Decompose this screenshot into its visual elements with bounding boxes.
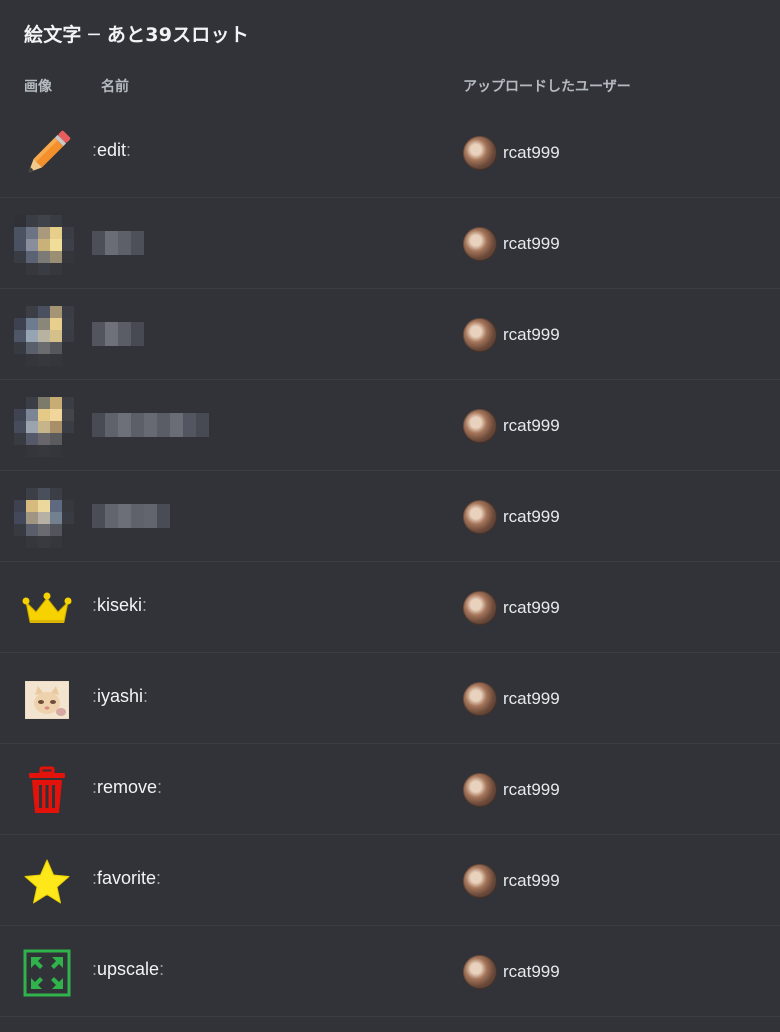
table-header: 画像 名前 アップロードしたユーザー [0,74,780,98]
uploader: rcat999 [463,772,560,808]
avatar [463,773,497,807]
uploader: rcat999 [463,863,560,899]
uploader: rcat999 [463,954,560,990]
uploader: rcat999 [463,317,560,353]
avatar [463,591,497,625]
uploader-name: rcat999 [503,962,560,981]
emoji-row-remove[interactable]: :remove: rcat999 [0,744,780,835]
uploader: rcat999 [463,499,560,535]
column-header-image: 画像 [24,79,52,95]
uploader-name: rcat999 [503,871,560,890]
avatar [463,864,497,898]
blurred-emoji-name [92,413,209,437]
avatar [463,227,497,261]
pencil-icon [22,129,72,179]
emoji-name: :edit: [92,140,132,160]
emoji-name: :favorite: [92,868,162,888]
uploader-name: rcat999 [503,234,560,253]
uploader-name: rcat999 [503,325,560,344]
blurred-emoji-image [14,488,74,548]
emoji-row-kiseki[interactable]: :kiseki: rcat999 [0,562,780,653]
uploader-name: rcat999 [503,143,560,162]
emoji-name: :kiseki: [92,595,148,615]
uploader: rcat999 [463,590,560,626]
trash-icon [22,766,72,816]
blurred-emoji-image [14,306,74,366]
emoji-row-blurred[interactable]: rcat999 [0,198,780,289]
emoji-row-blurred[interactable]: rcat999 [0,380,780,471]
uploader: rcat999 [463,408,560,444]
emoji-row-blurred[interactable]: rcat999 [0,471,780,562]
cat-photo-icon [22,675,72,725]
emoji-list: :edit: rcat999 rcat999 rcat999 rcat999 r… [0,107,780,1017]
emoji-row-favorite[interactable]: :favorite: rcat999 [0,835,780,926]
blurred-emoji-name [92,504,170,528]
page-title: 絵文字 ─ あと39スロット [24,24,249,46]
emoji-name: :remove: [92,777,163,797]
uploader: rcat999 [463,226,560,262]
blurred-emoji-image [14,215,74,275]
column-header-uploader: アップロードしたユーザー [463,79,631,95]
uploader-name: rcat999 [503,689,560,708]
avatar [463,318,497,352]
avatar [463,955,497,989]
avatar [463,682,497,716]
uploader-name: rcat999 [503,780,560,799]
blurred-emoji-name [92,322,144,346]
uploader-name: rcat999 [503,598,560,617]
uploader-name: rcat999 [503,416,560,435]
crown-icon [22,584,72,634]
emoji-row-edit[interactable]: :edit: rcat999 [0,107,780,198]
avatar [463,136,497,170]
emoji-name: :upscale: [92,959,165,979]
emoji-row-blurred[interactable]: rcat999 [0,289,780,380]
uploader: rcat999 [463,681,560,717]
blurred-emoji-image [14,397,74,457]
avatar [463,409,497,443]
uploader-name: rcat999 [503,507,560,526]
avatar [463,500,497,534]
emoji-row-upscale[interactable]: :upscale: rcat999 [0,926,780,1017]
star-icon [22,857,72,907]
expand-arrows-icon [22,948,72,998]
blurred-emoji-name [92,231,144,255]
column-header-name: 名前 [101,79,129,95]
uploader: rcat999 [463,135,560,171]
emoji-row-iyashi[interactable]: :iyashi: rcat999 [0,653,780,744]
emoji-name: :iyashi: [92,686,149,706]
